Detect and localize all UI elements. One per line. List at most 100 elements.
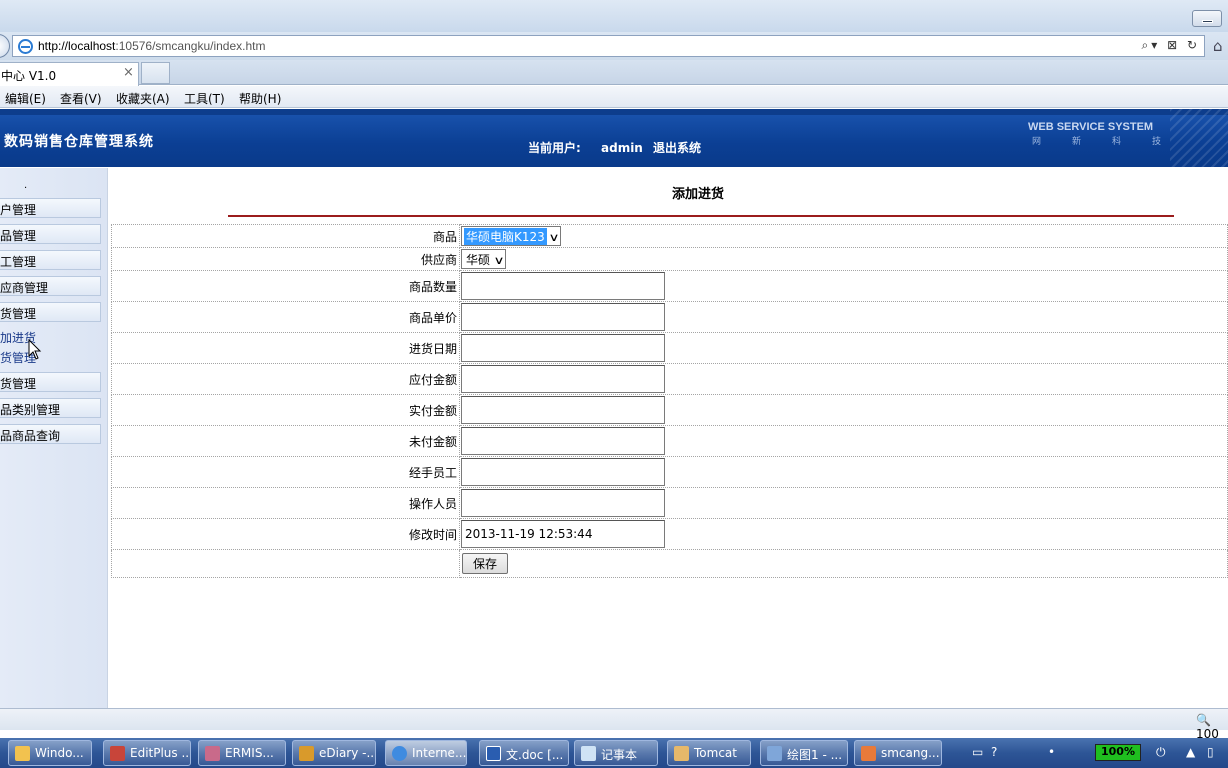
task-editplus[interactable]: EditPlus ... xyxy=(103,740,191,766)
diary-icon xyxy=(299,746,314,761)
unpaid-input[interactable] xyxy=(461,427,665,455)
tab-strip xyxy=(0,60,1228,85)
price-input[interactable] xyxy=(461,303,665,331)
logout-link[interactable]: 退出系统 xyxy=(653,141,701,155)
form-row-actions: 保存 xyxy=(111,549,1228,578)
sidebar-item-categories[interactable]: 品类别管理 xyxy=(0,398,101,418)
task-word-doc[interactable]: 文.doc [... xyxy=(479,740,569,766)
tab-active[interactable]: 中心 V1.0 × xyxy=(0,62,139,86)
sidebar-item-sales[interactable]: 货管理 xyxy=(0,372,101,392)
username: admin xyxy=(601,141,643,155)
task-label: Windo... xyxy=(35,746,84,760)
current-user-label: 当前用户: xyxy=(528,141,581,155)
menu-tools[interactable]: 工具(T) xyxy=(184,90,225,107)
battery-indicator[interactable]: 100% xyxy=(1095,744,1141,761)
menu-help[interactable]: 帮助(H) xyxy=(239,90,281,107)
keyboard-icon[interactable]: ▭ xyxy=(972,745,986,759)
mobile-icon[interactable]: ▯ xyxy=(1207,745,1221,759)
brand-logo-text: WEB SERVICE SYSTEM xyxy=(1028,121,1154,133)
sidebar-dot: . xyxy=(24,180,28,191)
notepad-icon xyxy=(581,746,596,761)
task-label: ERMIS... xyxy=(225,746,274,760)
sidebar-item-users[interactable]: 户管理 xyxy=(0,198,101,218)
task-label: eDiary -... xyxy=(319,746,376,760)
user-area: 当前用户: admin 退出系统 xyxy=(528,139,707,156)
handler-input[interactable] xyxy=(461,458,665,486)
supplier-selected-value: 华硕 xyxy=(466,253,491,267)
form-row-modified: 修改时间 xyxy=(111,518,1228,550)
header-decoration xyxy=(1170,109,1228,167)
task-notepad[interactable]: 记事本 xyxy=(574,740,658,766)
sidebar-item-employees[interactable]: 工管理 xyxy=(0,250,101,270)
zoom-level[interactable]: 🔍100 xyxy=(1196,713,1228,741)
task-label: 绘图1 - ... xyxy=(787,748,843,762)
sidebar-item-purchase[interactable]: 货管理 xyxy=(0,302,101,322)
paint-icon xyxy=(767,746,782,761)
menu-favorites[interactable]: 收藏夹(A) xyxy=(116,90,170,107)
back-button[interactable] xyxy=(0,34,10,58)
url-host: http://localhost xyxy=(38,39,116,53)
paid-input[interactable] xyxy=(461,396,665,424)
task-tomcat[interactable]: Tomcat xyxy=(667,740,751,766)
task-label: Tomcat xyxy=(694,746,737,760)
form-row-date: 进货日期 xyxy=(111,332,1228,364)
date-input[interactable] xyxy=(461,334,665,362)
ie-icon xyxy=(392,746,407,761)
payable-label: 应付金额 xyxy=(111,363,460,395)
network-icon[interactable]: • xyxy=(1048,745,1062,759)
price-label: 商品单价 xyxy=(111,301,460,333)
url-text: http://localhost:10576/smcangku/index.ht… xyxy=(38,39,265,53)
tray-expand-icon[interactable]: ▲ xyxy=(1186,745,1200,759)
sidebar-item-product-query[interactable]: 品商品查询 xyxy=(0,424,101,444)
menu-view[interactable]: 查看(V) xyxy=(60,90,102,107)
task-windows-explorer[interactable]: Windo... xyxy=(8,740,92,766)
form-row-supplier: 供应商 华硕 ∨ xyxy=(111,247,1228,271)
taskbar: Windo... EditPlus ... ERMIS... eDiary -.… xyxy=(0,738,1228,768)
home-icon[interactable]: ⌂ xyxy=(1213,37,1223,55)
tab-close-icon[interactable]: × xyxy=(123,65,134,80)
quantity-label: 商品数量 xyxy=(111,270,460,302)
form-row-handler: 经手员工 xyxy=(111,456,1228,488)
form-row-unpaid: 未付金额 xyxy=(111,425,1228,457)
paid-label: 实付金额 xyxy=(111,394,460,426)
menu-edit[interactable]: 编辑(E) xyxy=(5,90,46,107)
operator-input[interactable] xyxy=(461,489,665,517)
task-ermis[interactable]: ERMIS... xyxy=(198,740,286,766)
form-row-price: 商品单价 xyxy=(111,301,1228,333)
browser-titlebar xyxy=(0,0,1228,32)
task-label: Interne... xyxy=(412,746,467,760)
database-icon xyxy=(205,746,220,761)
task-smcangku[interactable]: smcang... xyxy=(854,740,942,766)
task-ediary[interactable]: eDiary -... xyxy=(292,740,376,766)
app-icon xyxy=(861,746,876,761)
modified-time-input[interactable] xyxy=(461,520,665,548)
payable-input[interactable] xyxy=(461,365,665,393)
quantity-input[interactable] xyxy=(461,272,665,300)
product-selected-value: 华硕电脑K123 xyxy=(464,228,547,245)
form-row-paid: 实付金额 xyxy=(111,394,1228,426)
task-internet-explorer[interactable]: Interne... xyxy=(385,740,467,766)
supplier-label: 供应商 xyxy=(111,247,460,271)
task-label: 文.doc [... xyxy=(506,748,564,762)
ie-page-icon xyxy=(18,39,33,54)
save-button[interactable]: 保存 xyxy=(462,553,508,574)
new-tab-button[interactable] xyxy=(141,62,170,84)
sidebar-item-products[interactable]: 品管理 xyxy=(0,224,101,244)
tab-title: 中心 V1.0 xyxy=(1,69,57,83)
minimize-button[interactable] xyxy=(1192,10,1222,27)
operator-label: 操作人员 xyxy=(111,487,460,519)
chevron-down-icon: ∨ xyxy=(493,254,505,267)
unpaid-label: 未付金额 xyxy=(111,425,460,457)
power-plug-icon[interactable]: ⏻ xyxy=(1156,745,1170,759)
help-icon[interactable]: ? xyxy=(991,745,1005,759)
folder-icon xyxy=(15,746,30,761)
address-input[interactable]: http://localhost:10576/smcangku/index.ht… xyxy=(12,35,1205,57)
browser-statusbar: 🔍100 xyxy=(0,708,1228,741)
task-paint[interactable]: 绘图1 - ... xyxy=(760,740,848,766)
product-select[interactable]: 华硕电脑K123 ∨ xyxy=(461,226,561,246)
product-label: 商品 xyxy=(111,224,460,248)
sidebar-item-suppliers[interactable]: 应商管理 xyxy=(0,276,101,296)
supplier-select[interactable]: 华硕 ∨ xyxy=(461,249,507,269)
word-icon xyxy=(486,746,501,761)
address-tools[interactable]: ⌕▾ ⊠ ↻ xyxy=(1142,38,1200,53)
